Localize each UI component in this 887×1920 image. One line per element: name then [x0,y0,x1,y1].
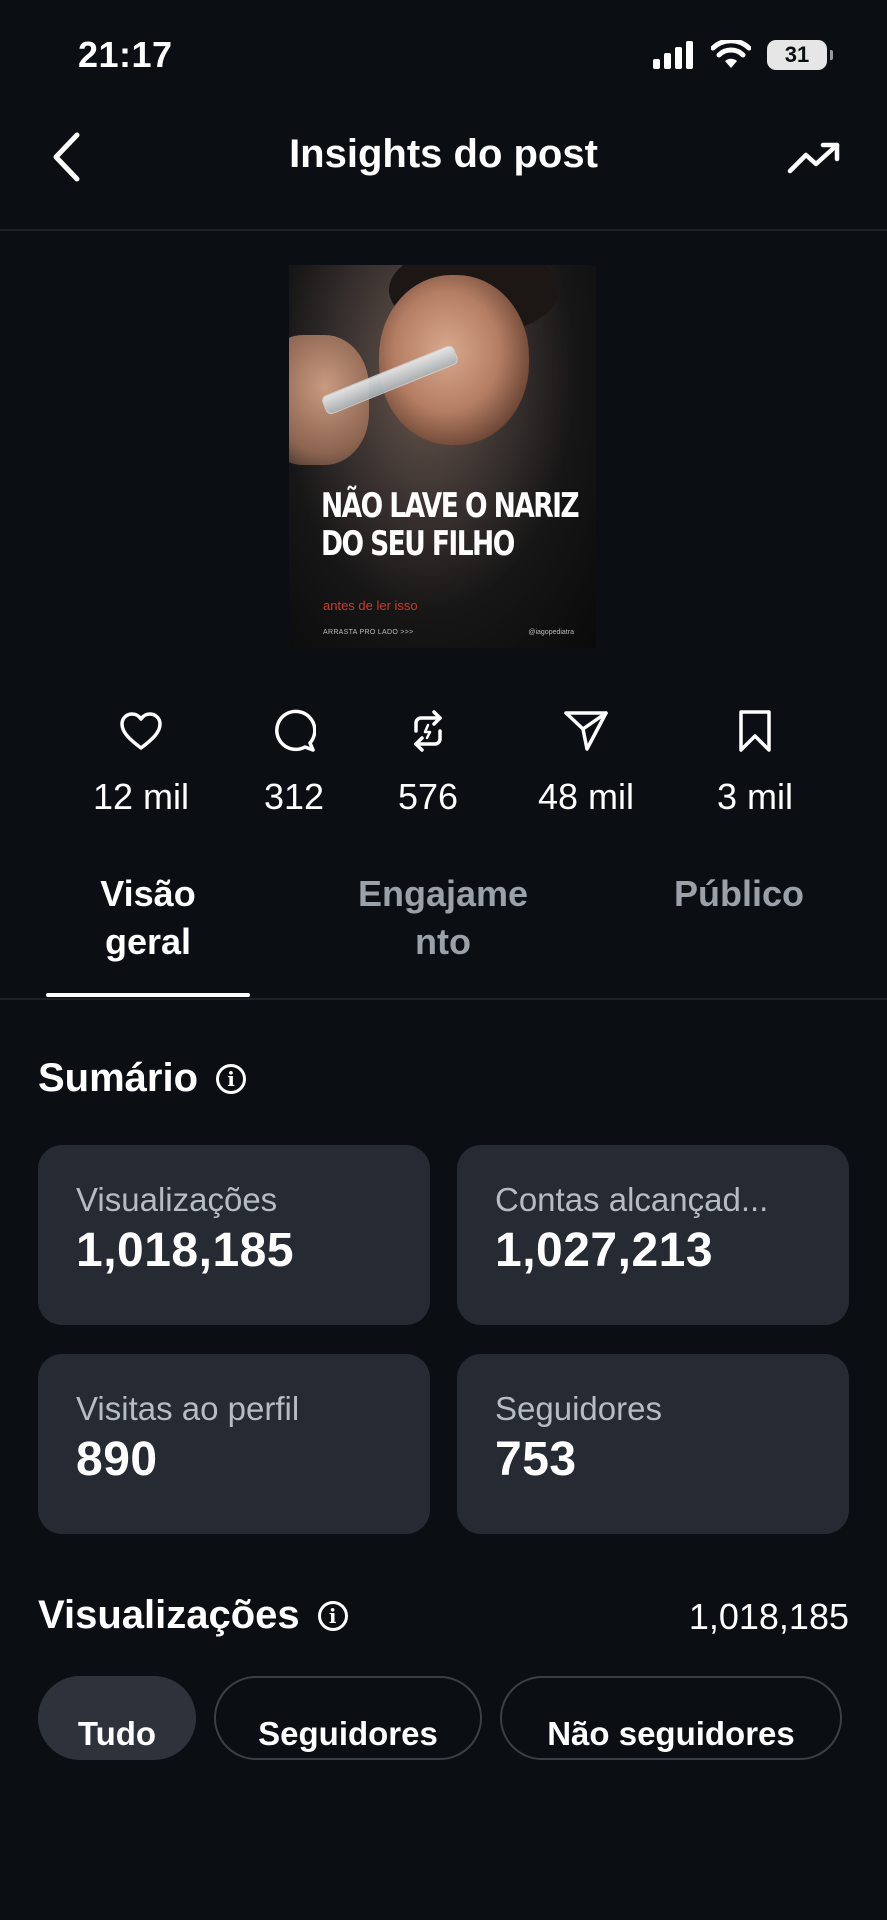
wifi-icon [711,40,751,68]
nav-divider [0,229,887,231]
tab-publico-line1: Público [673,873,804,914]
stat-shares-value: 48 mil [537,776,635,817]
views-title: Visualizações [38,1593,300,1637]
filter-chip-label: Seguidores [258,1715,438,1752]
status-icons: 31 [653,40,833,70]
battery-indicator: 31 [767,40,833,70]
post-thumbnail[interactable]: NÃO LAVE O NARIZ DO SEU FILHO antes de l… [289,265,596,648]
stat-reposts: 576 [358,708,498,818]
summary-card-value: 890 [76,1433,158,1486]
info-icon[interactable]: i [216,1063,247,1094]
share-icon [564,711,608,751]
summary-card-views: Visualizações 1,018,185 [38,1145,430,1325]
summary-card-label: Visualizações [76,1181,278,1218]
summary-card-label: Contas alcançad... [495,1181,769,1218]
summary-header: Sumário i [38,1056,247,1101]
battery-level: 31 [784,42,810,67]
tab-visao-geral-line1: Visão [100,873,196,914]
thumbnail-footer-right: @iagopediatra [528,629,574,636]
tab-engajamento[interactable]: Engajame nto [336,870,550,966]
tabs-divider [0,998,887,1000]
trending-up-icon [787,142,840,174]
filter-chip-all[interactable]: Tudo [38,1676,196,1760]
summary-card-followers: Seguidores 753 [457,1354,849,1534]
thumbnail-headline-line2: DO SEU FILHO [321,524,515,564]
repost-icon [414,710,442,752]
tab-visao-geral[interactable]: Visão geral [46,870,250,966]
summary-card-value: 753 [495,1433,577,1486]
stat-reposts-value: 576 [397,776,459,817]
stat-likes-value: 12 mil [92,776,190,817]
views-total: 1,018,185 [688,1596,849,1637]
tab-engajamento-line1: Engajame [357,873,529,914]
status-time: 21:17 [78,34,173,75]
summary-title: Sumário [38,1056,199,1100]
thumbnail-headline: NÃO LAVE O NARIZ DO SEU FILHO [321,486,580,564]
tab-publico[interactable]: Público [630,870,848,918]
info-icon[interactable]: i [317,1600,348,1631]
thumbnail-headline-line1: NÃO LAVE O NARIZ [321,486,580,526]
summary-card-value: 1,018,185 [76,1224,295,1277]
tab-engajamento-line2: nto [415,921,471,962]
stat-comments: 312 [224,708,364,818]
active-tab-indicator [46,993,250,997]
tab-visao-geral-line2: geral [104,921,192,962]
heart-icon [120,712,162,750]
comment-icon [275,709,316,752]
summary-card-label: Seguidores [495,1390,662,1427]
filter-chip-non-followers[interactable]: Não seguidores [500,1676,842,1760]
summary-card-value: 1,027,213 [495,1224,714,1277]
views-header: Visualizações i [38,1593,348,1638]
trending-button[interactable] [785,136,843,180]
stat-saves: 3 mil [685,708,825,818]
page-title: Insights do post [289,132,598,176]
stat-shares: 48 mil [516,708,656,818]
stat-saves-value: 3 mil [716,776,793,817]
bookmark-icon [739,710,771,752]
filter-chip-label: Não seguidores [547,1715,795,1752]
thumbnail-subtitle: antes de ler isso [323,598,418,613]
summary-card-label: Visitas ao perfil [76,1390,300,1427]
stat-comments-value: 312 [263,776,325,817]
filter-chip-label: Tudo [77,1715,157,1752]
stat-likes: 12 mil [71,708,211,818]
thumbnail-footer-left: ARRASTA PRO LADO >>> [323,629,414,636]
filter-chip-followers[interactable]: Seguidores [214,1676,482,1760]
cellular-signal-icon [653,41,693,69]
summary-card-accounts-reached: Contas alcançad... 1,027,213 [457,1145,849,1325]
summary-card-profile-visits: Visitas ao perfil 890 [38,1354,430,1534]
